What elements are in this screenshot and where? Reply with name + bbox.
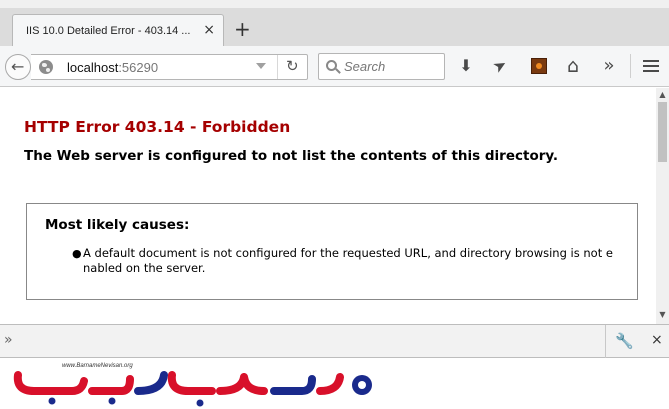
- overflow-chevron-icon[interactable]: »: [598, 55, 620, 77]
- page-viewport: HTTP Error 403.14 - Forbidden The Web se…: [0, 88, 656, 324]
- reload-icon: ↻: [286, 57, 299, 75]
- wrench-icon[interactable]: 🔧: [615, 332, 634, 350]
- extension-icon[interactable]: [531, 58, 547, 74]
- scroll-up-icon[interactable]: ▲: [656, 90, 669, 100]
- search-input[interactable]: [344, 59, 440, 74]
- causes-heading: Most likely causes:: [45, 217, 190, 233]
- command-bar-close-icon[interactable]: ×: [651, 332, 663, 348]
- reload-button[interactable]: ↻: [277, 55, 307, 79]
- error-subtitle: The Web server is configured to not list…: [24, 148, 559, 164]
- command-input[interactable]: [20, 332, 600, 350]
- home-icon[interactable]: ⌂: [562, 55, 584, 77]
- url-history-dropdown-icon[interactable]: [256, 63, 266, 69]
- new-tab-icon[interactable]: +: [234, 17, 251, 41]
- command-prompt-icon: »: [4, 332, 13, 348]
- back-button[interactable]: ←: [5, 54, 31, 80]
- hamburger-menu-icon[interactable]: [643, 60, 659, 72]
- cause-item: ● A default document is not configured f…: [72, 246, 615, 276]
- url-host: localhost: [67, 60, 119, 75]
- search-bar[interactable]: [318, 53, 445, 80]
- title-bar: [0, 0, 669, 8]
- causes-panel: Most likely causes: ● A default document…: [26, 203, 638, 300]
- tab-active[interactable]: IIS 10.0 Detailed Error - 403.14 ... ×: [12, 14, 224, 46]
- tab-close-icon[interactable]: ×: [203, 22, 215, 38]
- watermark-logo: www.BarnameNevisan.org: [0, 359, 669, 409]
- url-bar[interactable]: localhost:56290 ↻: [31, 54, 308, 80]
- barnamenevisan-logo-icon: [13, 371, 372, 407]
- vertical-scrollbar[interactable]: ▲ ▼: [656, 88, 669, 324]
- back-arrow-icon: ←: [11, 57, 25, 76]
- globe-icon: [39, 60, 53, 74]
- causes-list: ● A default document is not configured f…: [72, 246, 615, 276]
- bullet-icon: ●: [72, 247, 82, 260]
- navigation-toolbar: ← localhost:56290 ↻ ⬇ ➤ ⌂ »: [0, 46, 669, 87]
- download-icon[interactable]: ⬇: [455, 55, 477, 77]
- url-port: :56290: [118, 60, 159, 75]
- toolbar-divider: [630, 54, 631, 78]
- developer-command-bar: » 🔧 ×: [0, 324, 669, 358]
- tab-strip: IIS 10.0 Detailed Error - 403.14 ... × +: [0, 0, 669, 46]
- cause-text: A default document is not configured for…: [83, 246, 613, 275]
- command-bar-divider: [605, 325, 606, 358]
- scroll-down-icon[interactable]: ▼: [656, 310, 669, 320]
- url-text[interactable]: localhost:56290: [67, 60, 158, 75]
- send-icon[interactable]: ➤: [485, 51, 515, 81]
- error-title: HTTP Error 403.14 - Forbidden: [24, 118, 291, 136]
- scrollbar-thumb[interactable]: [658, 102, 667, 162]
- search-icon: [326, 60, 337, 71]
- tab-title: IIS 10.0 Detailed Error - 403.14 ...: [26, 25, 191, 37]
